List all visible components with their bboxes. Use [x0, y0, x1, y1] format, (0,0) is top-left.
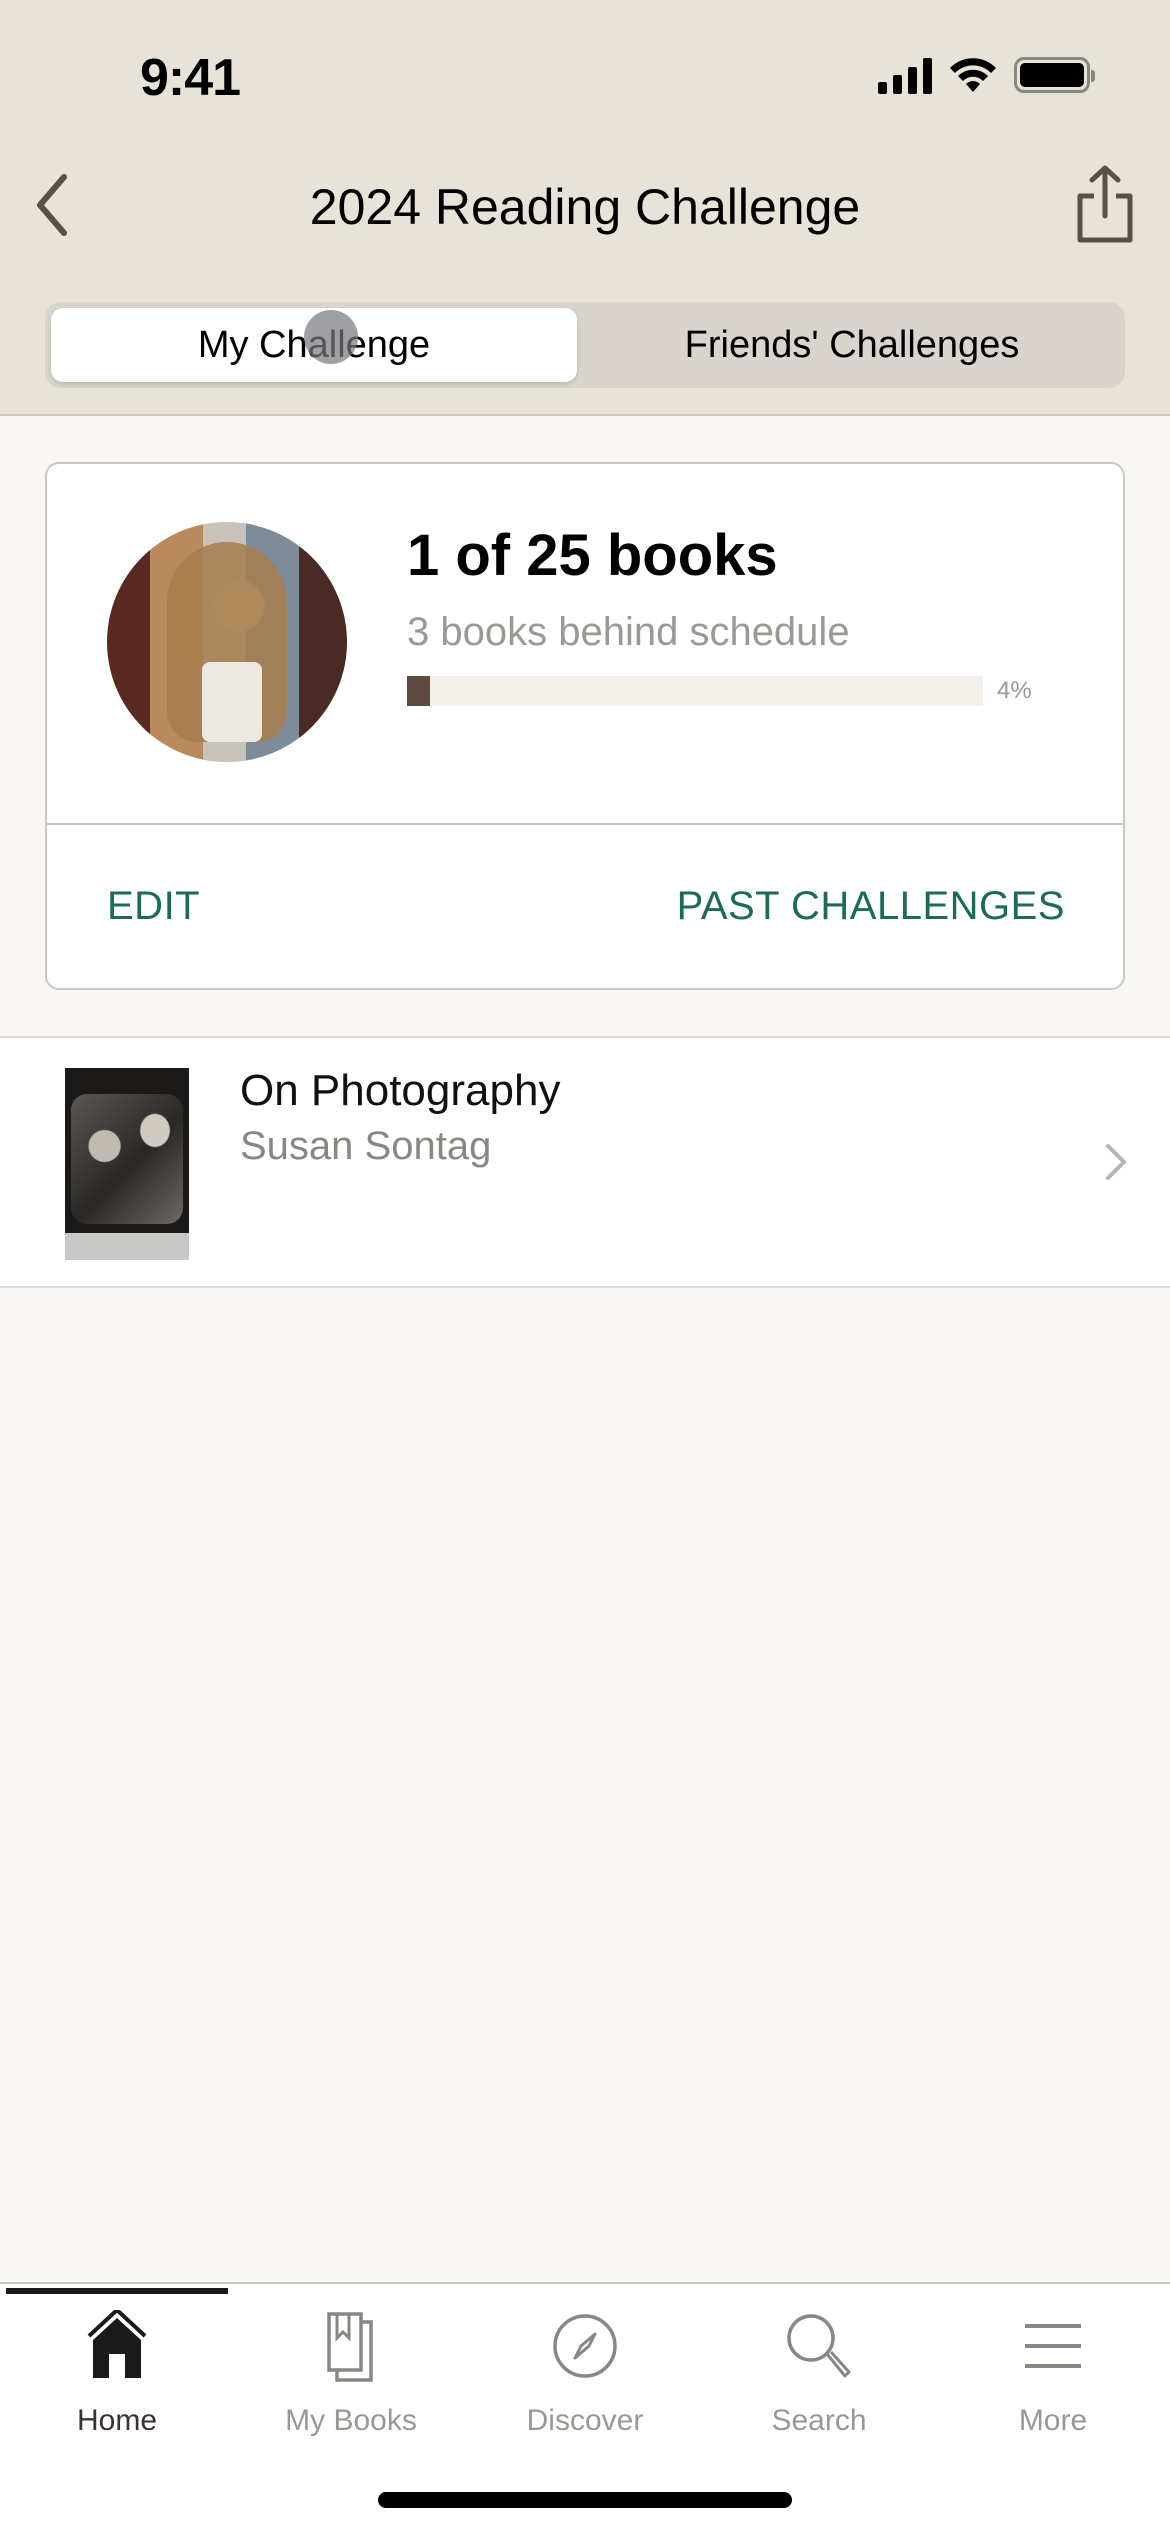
user-avatar	[107, 522, 347, 762]
search-icon	[787, 2314, 851, 2378]
goal-progress-text: 1 of 25 books	[407, 523, 778, 588]
status-time: 9:41	[140, 49, 241, 107]
schedule-status: 3 books behind schedule	[407, 610, 850, 654]
chevron-right-icon	[1106, 1144, 1126, 1180]
tab-label: Discover	[526, 2404, 644, 2437]
challenge-card: 1 of 25 books 3 books behind schedule 4%…	[45, 462, 1125, 990]
page-title: 2024 Reading Challenge	[309, 179, 861, 235]
book-list-item[interactable]: On Photography Susan Sontag	[0, 1036, 1170, 1288]
tab-search[interactable]: Search	[702, 2310, 936, 2450]
share-button[interactable]	[1070, 164, 1140, 244]
progress-bar	[407, 676, 983, 706]
books-icon	[327, 2312, 373, 2382]
progress-bar-fill	[407, 676, 431, 706]
tab-home[interactable]: Home	[0, 2310, 234, 2450]
edit-button[interactable]: EDIT	[107, 884, 200, 929]
challenge-segmented-control: My Challenge Friends' Challenges	[45, 302, 1125, 388]
home-indicator	[378, 2492, 792, 2508]
book-cover	[65, 1068, 189, 1260]
past-challenges-button[interactable]: PAST CHALLENGES	[677, 884, 1065, 929]
touch-indicator	[304, 310, 358, 364]
card-divider	[47, 823, 1123, 825]
tab-friends-challenges[interactable]: Friends' Challenges	[585, 308, 1119, 382]
tab-discover[interactable]: Discover	[468, 2310, 702, 2450]
signal-icon	[878, 56, 932, 94]
tab-label: My Books	[285, 2404, 417, 2437]
home-icon	[87, 2310, 147, 2378]
tab-label: Search	[771, 2404, 867, 2437]
status-icons	[878, 56, 1095, 94]
battery-icon	[1014, 57, 1095, 93]
book-author: Susan Sontag	[240, 1124, 492, 1168]
menu-icon	[1025, 2324, 1081, 2368]
tab-my-books[interactable]: My Books	[234, 2310, 468, 2450]
tab-label: More	[1018, 2404, 1088, 2437]
active-tab-indicator	[6, 2288, 228, 2294]
book-title: On Photography	[240, 1066, 561, 1115]
tab-label: Home	[76, 2404, 158, 2437]
header: 9:41 2024 Reading Challenge My Challenge…	[0, 0, 1170, 416]
share-icon	[1077, 165, 1133, 243]
compass-icon	[553, 2314, 617, 2378]
progress-percent: 4%	[997, 677, 1032, 704]
wifi-icon	[950, 58, 996, 92]
tab-more[interactable]: More	[936, 2310, 1170, 2450]
